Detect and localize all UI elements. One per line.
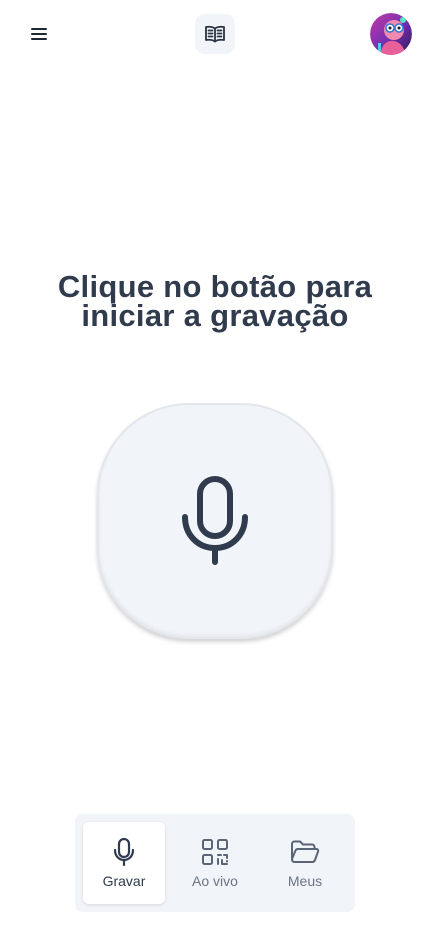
- tab-label: Gravar: [102, 873, 146, 889]
- app-root: Clique no botão para iniciar a gravação …: [0, 0, 430, 932]
- bottom-navigation: Gravar Ao vivo Meus: [75, 814, 355, 912]
- tab-ao-vivo[interactable]: Ao vivo: [174, 822, 256, 904]
- page-title: Clique no botão para iniciar a gravação: [20, 269, 410, 333]
- qr-code-icon: [202, 839, 228, 865]
- microphone-icon: [182, 476, 248, 565]
- top-bar: [0, 0, 430, 68]
- microphone-icon: [113, 837, 135, 867]
- headline-line-1: Clique no botão para: [57, 269, 373, 304]
- open-book-icon: [205, 25, 225, 43]
- avatar-image: [370, 13, 412, 55]
- tab-gravar[interactable]: Gravar: [83, 822, 165, 904]
- user-avatar[interactable]: [370, 13, 412, 55]
- headline-line-2: iniciar a gravação: [81, 298, 349, 333]
- tab-label: Ao vivo: [192, 873, 238, 889]
- menu-button[interactable]: [24, 19, 54, 49]
- tab-label: Meus: [287, 873, 323, 889]
- folder-open-icon: [291, 840, 320, 863]
- tab-meus[interactable]: Meus: [264, 822, 346, 904]
- home-logo-button[interactable]: [195, 14, 235, 54]
- hamburger-menu-icon: [31, 28, 47, 40]
- record-button[interactable]: [97, 403, 333, 639]
